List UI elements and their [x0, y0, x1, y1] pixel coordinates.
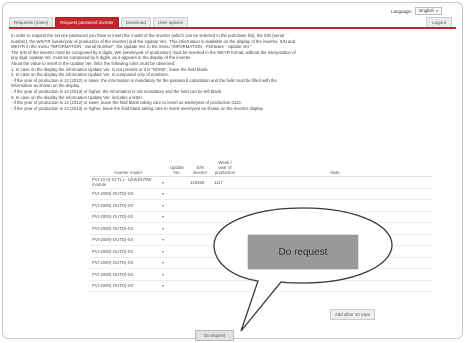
callout-shape	[213, 207, 393, 332]
callout-do-request-label: Do request	[278, 246, 328, 258]
callout-bubble	[213, 207, 393, 332]
